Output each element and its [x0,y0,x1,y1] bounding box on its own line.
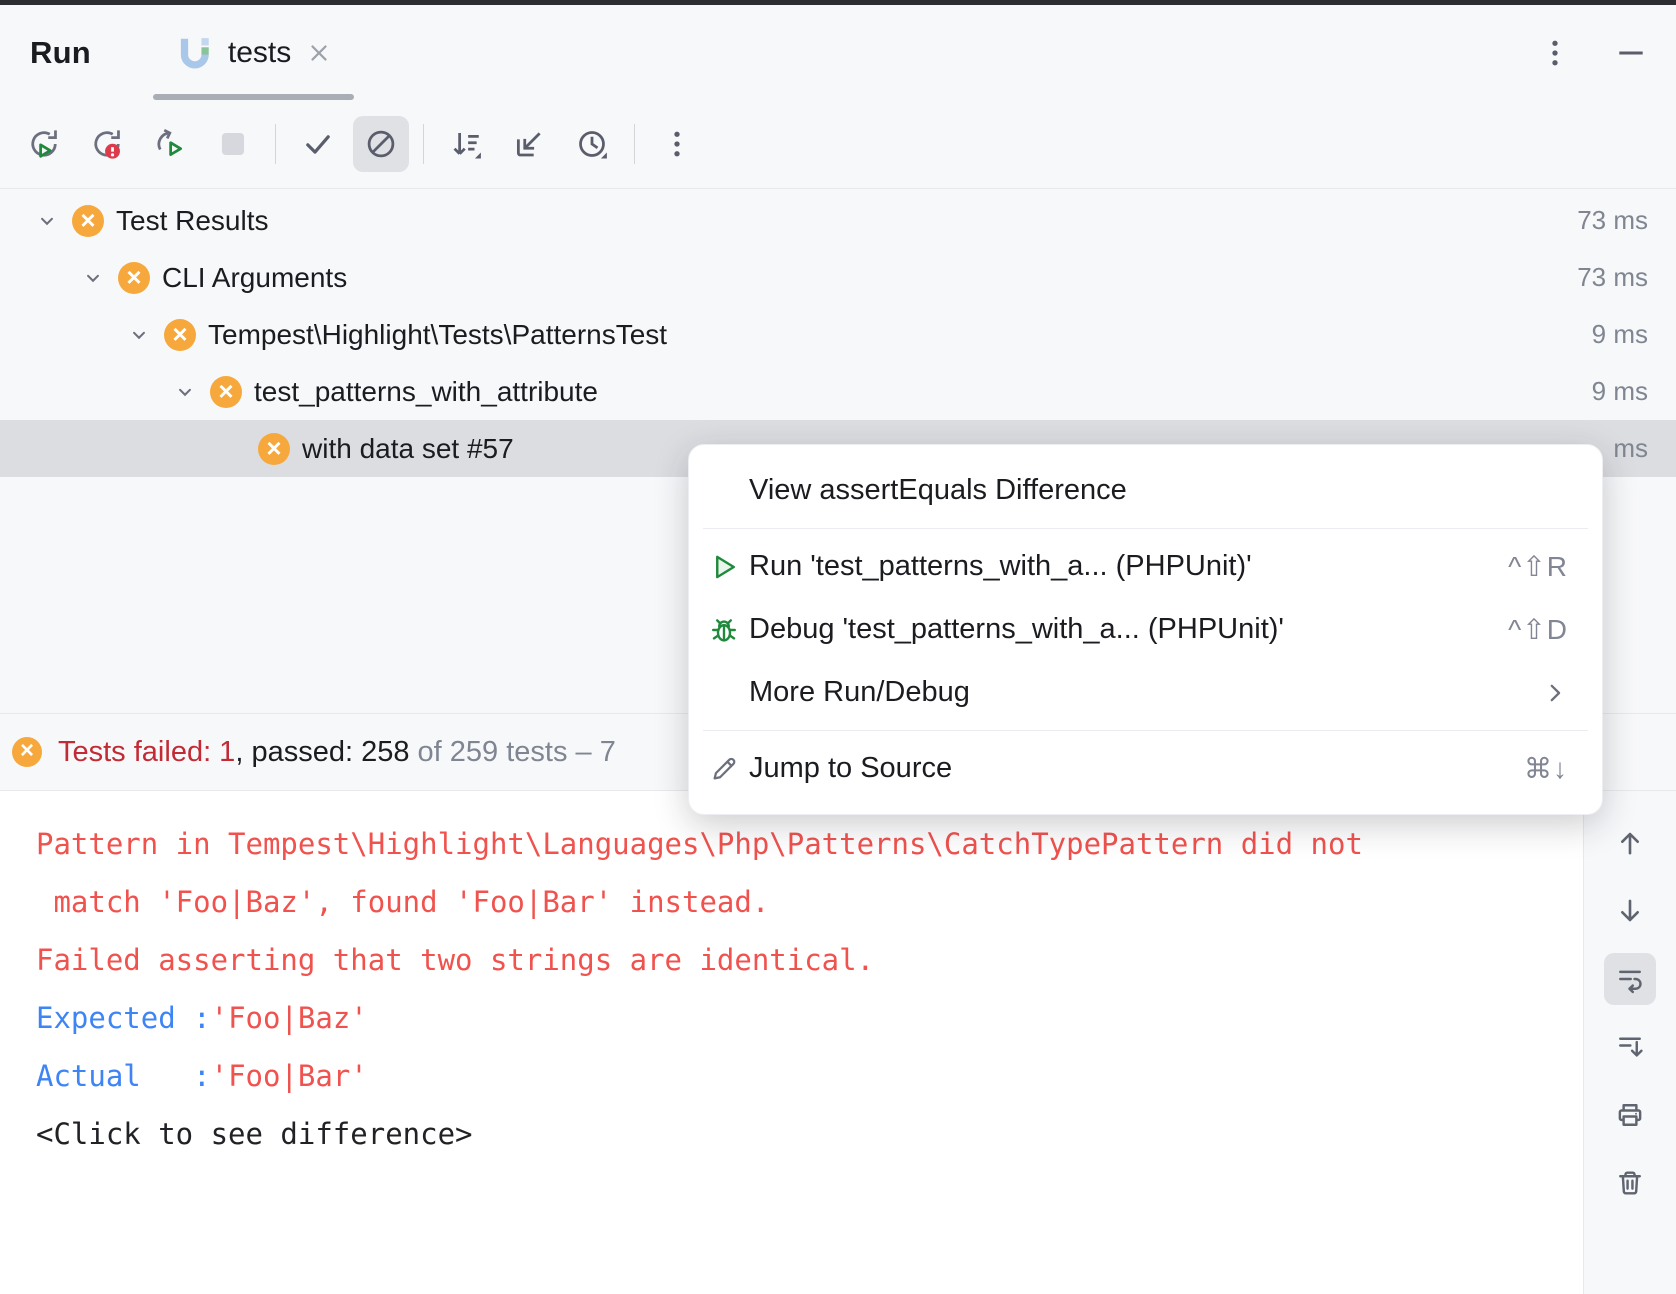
tree-row-test-results[interactable]: Test Results 73 ms [0,192,1676,249]
tree-row-time: 9 ms [1592,319,1676,350]
test-failed-icon [210,376,242,408]
more-options-icon[interactable] [649,116,705,172]
menu-separator [703,528,1588,529]
chevron-down-icon[interactable] [126,322,152,348]
menu-item-more-run-debug[interactable]: More Run/Debug [689,661,1602,724]
menu-separator [703,730,1588,731]
tree-row-time: ms [1613,433,1676,464]
console-line-expected: Expected :'Foo|Baz' [36,989,1583,1047]
tests-failed-icon [12,737,42,767]
debug-icon [707,613,741,647]
tree-row-cli-arguments[interactable]: CLI Arguments 73 ms [0,249,1676,306]
toolbar-separator [423,124,424,164]
menu-item-view-assertequals-difference[interactable]: View assertEquals Difference [689,459,1602,522]
console-line: Pattern in Tempest\Highlight\Languages\P… [36,815,1583,873]
header-actions [1538,36,1676,70]
tree-row-label: Test Results [116,205,269,237]
close-icon[interactable] [306,40,332,66]
tree-row-label: CLI Arguments [162,262,347,294]
shortcut-hint: ^⇧R [1508,550,1568,583]
console-output[interactable]: Pattern in Tempest\Highlight\Languages\P… [0,790,1583,1294]
status-passed-count: , passed: 258 [235,736,409,768]
sort-icon[interactable] [438,116,494,172]
menu-item-jump-to-source[interactable]: Jump to Source ⌘↓ [689,737,1602,800]
next-failed-test-icon[interactable] [1604,885,1656,937]
stop-icon[interactable] [205,116,261,172]
show-passed-icon[interactable] [290,116,346,172]
test-failed-icon [72,205,104,237]
show-ignored-icon[interactable] [353,116,409,172]
test-failed-icon [164,319,196,351]
tree-row-patterns-test[interactable]: Tempest\Highlight\Tests\PatternsTest 9 m… [0,306,1676,363]
empty-icon-slot [707,474,741,508]
minimize-icon[interactable] [1614,36,1648,70]
status-text: Tests failed: 1, passed: 258 of 259 test… [58,736,616,769]
chevron-down-icon[interactable] [34,208,60,234]
rerun-automatically-icon[interactable] [142,116,198,172]
tab-label: tests [228,36,291,70]
console-line-actual: Actual :'Foo|Bar' [36,1047,1583,1105]
kebab-menu-icon[interactable] [1538,36,1572,70]
tree-row-label: test_patterns_with_attribute [254,376,598,408]
menu-item-run-test[interactable]: Run 'test_patterns_with_a... (PHPUnit)' … [689,535,1602,598]
chevron-down-icon[interactable] [172,379,198,405]
tree-row-time: 9 ms [1592,376,1676,407]
submenu-arrow-icon [1542,680,1568,706]
rerun-icon[interactable] [16,116,72,172]
run-tool-window: Run tests [0,0,1676,1294]
console-line: Failed asserting that two strings are id… [36,931,1583,989]
console-side-toolbar [1583,790,1676,1294]
tool-window-title: Run [30,35,91,71]
clear-console-icon[interactable] [1604,1157,1656,1209]
scroll-to-end-icon[interactable] [1604,1021,1656,1073]
prev-failed-test-icon[interactable] [1604,817,1656,869]
shortcut-hint: ^⇧D [1508,613,1568,646]
status-summary: of 259 tests – 7 [409,736,615,768]
tree-row-label: with data set #57 [302,433,514,465]
shortcut-hint: ⌘↓ [1524,752,1568,785]
tab-tests[interactable]: tests [151,5,356,100]
phpunit-icon [175,34,213,72]
run-toolbar [0,100,1676,188]
context-menu: View assertEquals Difference Run 'test_p… [688,444,1603,815]
empty-icon-slot [707,676,741,710]
soft-wrap-icon[interactable] [1604,953,1656,1005]
tree-row-time: 73 ms [1577,262,1676,293]
console-line-diff-link[interactable]: <Click to see difference> [36,1105,1583,1163]
tree-row-time: 73 ms [1577,205,1676,236]
test-history-icon[interactable] [564,116,620,172]
pencil-icon [707,752,741,786]
test-failed-icon [118,262,150,294]
chevron-down-icon[interactable] [80,265,106,291]
console-line: match 'Foo|Baz', found 'Foo|Bar' instead… [36,873,1583,931]
rerun-failed-tests-icon[interactable] [79,116,135,172]
tree-row-test-patterns-with-attribute[interactable]: test_patterns_with_attribute 9 ms [0,363,1676,420]
tool-window-header: Run tests [0,5,1676,100]
import-test-results-icon[interactable] [501,116,557,172]
test-failed-icon [258,433,290,465]
run-icon [707,550,741,584]
menu-item-debug-test[interactable]: Debug 'test_patterns_with_a... (PHPUnit)… [689,598,1602,661]
status-failed-count: Tests failed: 1 [58,736,235,768]
tree-row-label: Tempest\Highlight\Tests\PatternsTest [208,319,667,351]
print-icon[interactable] [1604,1089,1656,1141]
toolbar-separator [275,124,276,164]
toolbar-separator [634,124,635,164]
